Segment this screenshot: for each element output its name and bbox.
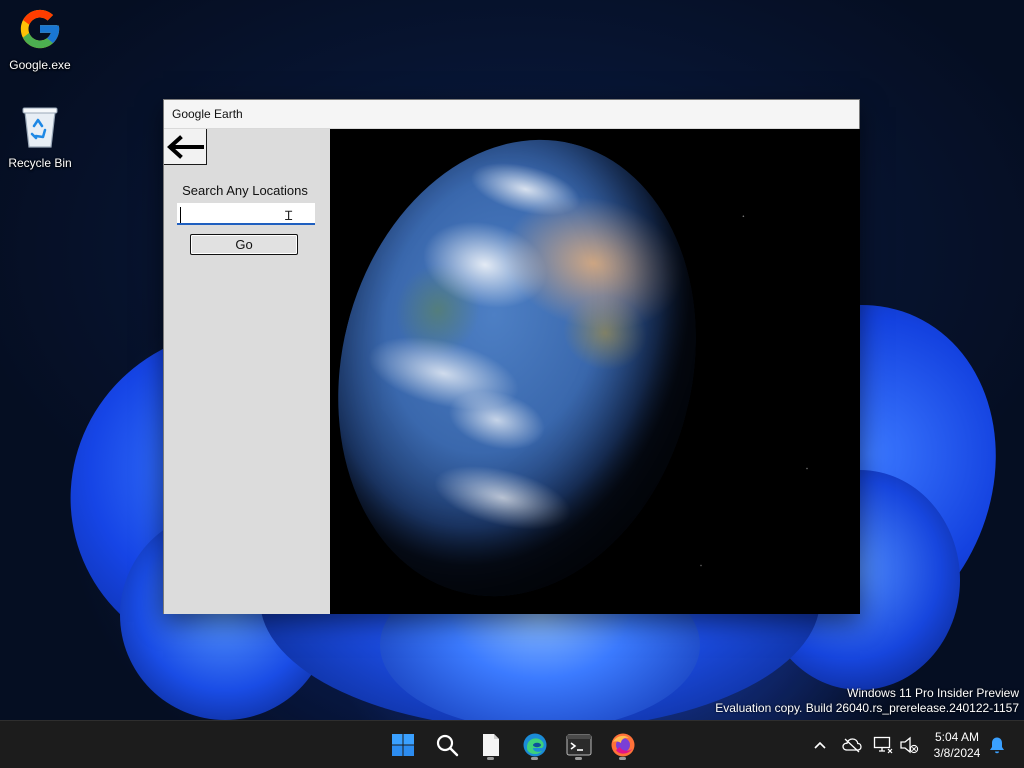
desktop-icon-label: Google.exe [9,58,71,72]
desktop-icon-label: Recycle Bin [8,156,72,170]
ibeam-cursor-icon: Ɪ [285,209,293,224]
go-button[interactable]: Go [190,234,298,255]
taskbar-search-button[interactable] [431,729,463,761]
volume-button[interactable] [898,735,920,755]
start-button[interactable] [387,729,419,761]
taskbar-firefox-button[interactable] [607,729,639,761]
search-input[interactable] [177,203,315,225]
left-arrow-icon [167,134,204,159]
edge-icon [523,733,547,757]
bell-icon [990,737,1004,754]
desktop-icon-recycle-bin[interactable]: Recycle Bin [2,104,78,170]
recycle-bin-icon [17,104,63,150]
window-client-area: Search Any Locations Ɪ Go [164,129,860,614]
search-icon [436,734,459,757]
running-indicator [487,757,494,760]
terminal-icon [566,734,592,756]
running-indicator [619,757,626,760]
search-panel: Search Any Locations Ɪ Go [164,129,330,614]
earth-viewport[interactable] [330,129,860,614]
search-label: Search Any Locations [182,183,308,198]
clock-time: 5:04 AM [934,730,980,744]
firefox-icon [611,733,635,757]
watermark-line-2: Evaluation copy. Build 26040.rs_prerelea… [715,701,1019,715]
network-status-button[interactable] [872,735,894,755]
taskbar-edge-button[interactable] [519,729,551,761]
clock-date: 3/8/2024 [933,746,981,760]
start-icon [392,734,414,756]
show-hidden-icons-button[interactable] [809,735,831,755]
file-icon [483,734,499,756]
evaluation-watermark: Windows 11 Pro Insider Preview Evaluatio… [715,686,1019,716]
title-bar[interactable]: Google Earth [164,100,859,129]
taskbar-terminal-button[interactable] [563,729,595,761]
running-indicator [575,757,582,760]
window-title: Google Earth [172,107,243,121]
google-earth-window: Google Earth Search Any Locations Ɪ Go [163,99,860,614]
earth-globe-image [330,129,743,614]
watermark-line-1: Windows 11 Pro Insider Preview [847,686,1019,700]
cloud-offline-icon [842,738,862,753]
taskbar-clock[interactable]: 5:04 AM 3/8/2024 [928,729,986,761]
taskbar-file-button[interactable] [475,729,507,761]
text-caret [180,207,181,223]
onedrive-status-button[interactable] [841,735,863,755]
running-indicator [531,757,538,760]
notifications-button[interactable] [986,735,1008,755]
google-g-icon [17,6,63,52]
volume-muted-icon [900,736,919,754]
chevron-up-icon [814,741,826,749]
desktop-icon-google[interactable]: Google.exe [2,6,78,72]
network-icon [873,736,893,754]
back-button[interactable] [164,129,207,165]
taskbar: 5:04 AM 3/8/2024 [0,720,1024,768]
